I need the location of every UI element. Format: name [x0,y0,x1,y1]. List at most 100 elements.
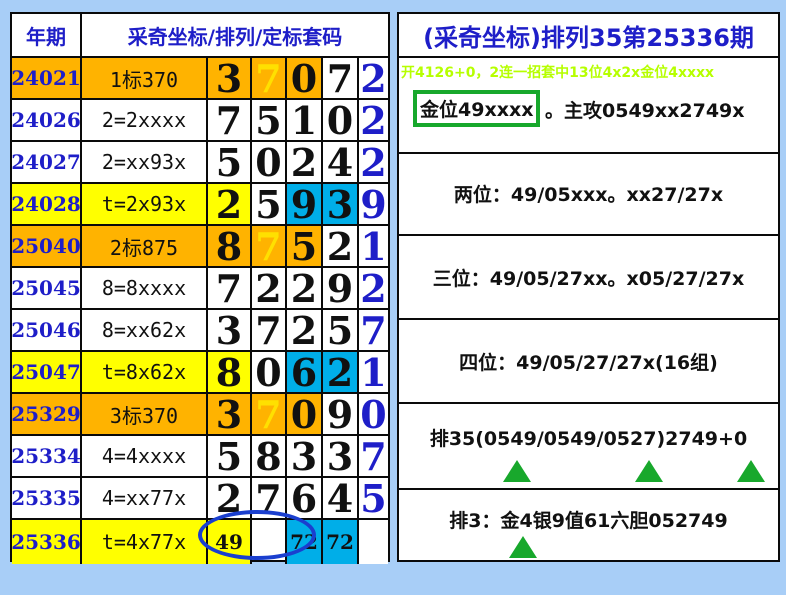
digit-cell: 7 [208,98,252,143]
table-row: 24028 t=2x93x 2 5 9 3 9 [11,182,388,227]
digit-cell: 6 [287,476,323,521]
digit-cell: 3 [208,308,252,353]
digit-cell: 2 [287,266,323,311]
digit-cell: 2 [360,97,387,143]
digit-cell: 2 [323,224,359,269]
condition-cell: 4=xx77x [82,478,208,518]
digit-cell: 2 [287,308,323,353]
period-cell: 25335 [11,478,82,518]
digit-cell: 0 [287,392,323,437]
lottery-table: 年期 采奇坐标/排列/定标套码 24021 1标370 3 7 0 7 2 24026 2=2xxx… [10,12,390,564]
panel-title: (采奇坐标)排列35第25336期 [399,14,778,58]
digit-cell: 9 [323,392,359,437]
condition-cell: t=4x77x [82,520,208,564]
digit-cell: 9 [287,182,323,227]
gold-position-box: 金位49xxxx [413,90,541,127]
digit-cell: 1 [360,223,387,269]
gold-section: 开4126+0，2连一招套中13位4x2x金位4xxxx 金位49xxxx 。主… [399,58,778,154]
four-position-text: 四位：49/05/27/27x(16组) [399,320,778,404]
digit-cell: 5 [287,224,323,269]
green-triangle-icon [737,460,765,482]
digit-cell: 2 [252,266,287,311]
digit-cell: 2 [208,182,252,227]
period-cell: 25336 [11,520,82,564]
digit-cell: 7 [252,308,287,353]
digit-cell: 2 [360,55,387,101]
digit-cell: 3 [208,392,252,437]
condition-cell: 3标370 [82,394,208,434]
digit-cell: 2 [287,140,323,185]
digit-cell: 9 [323,266,359,311]
digit-cell: 5 [360,475,387,521]
table-row: 25047 t=8x62x 8 0 6 2 1 [11,349,388,395]
digit-cell: 1 [287,98,323,143]
period-cell: 25334 [11,436,82,476]
pai3-section: 排3：金4银9值61六胆052749 [399,488,778,560]
condition-cell: 8=8xxxx [82,268,208,308]
period-cell: 24027 [11,142,82,182]
digit-cell: 8 [208,224,252,269]
table-row: 25329 3标370 3 7 0 9 0 [11,391,388,437]
table-row: 24026 2=2xxxx 7 5 1 0 2 [11,97,388,143]
condition-cell: 2=xx93x [82,142,208,182]
pai35-text: 排35(0549/0549/0527)2749+0 [429,427,748,450]
digit-cell: 5 [252,98,287,143]
digit-cell: 49 [208,520,252,564]
condition-cell: 4=4xxxx [82,436,208,476]
digit-cell: 5 [208,434,252,479]
digit-cell: 6 [287,350,323,395]
period-cell: 24021 [11,58,82,98]
digit-cell: 2 [360,265,387,311]
table-row: 24021 1标370 3 7 0 7 2 [11,55,388,101]
table-row: 25336 t=4x77x 49 72 72 [11,520,388,564]
period-cell: 24028 [11,184,82,224]
condition-cell: 1标370 [82,58,208,98]
table-row: 25045 8=8xxxx 7 2 2 9 2 [11,265,388,311]
digit-cell: 7 [252,476,287,521]
condition-cell: t=2x93x [82,184,208,224]
digit-cell: 0 [252,140,287,185]
digit-cell: 3 [323,434,359,479]
digit-cell: 72 [323,520,359,564]
digit-cell: 4 [323,476,359,521]
digit-cell: 7 [360,433,387,479]
digit-cell: 7 [208,266,252,311]
condition-cell: 8=xx62x [82,310,208,350]
period-cell: 25329 [11,394,82,434]
green-triangle-icon [635,460,663,482]
table-row: 25334 4=4xxxx 5 8 3 3 7 [11,433,388,479]
header-title: 采奇坐标/排列/定标套码 [127,24,343,49]
digit-cell: 7 [323,56,359,101]
green-triangle-icon [509,536,537,558]
digit-cell: 5 [323,308,359,353]
digit-cell: 2 [360,139,387,185]
digit-cell: 7 [252,224,287,269]
period-cell: 25047 [11,352,82,392]
digit-cell: 7 [360,307,387,353]
condition-cell: t=8x62x [82,352,208,392]
three-position-text: 三位：49/05/27xx。x05/27/27x [399,236,778,320]
digit-cell: 5 [208,140,252,185]
period-cell: 24026 [11,100,82,140]
subtitle-text: 开4126+0，2连一招套中13位4x2x金位4xxxx [401,65,715,81]
digit-cell: 3 [208,56,252,101]
digit-cell [252,520,287,564]
table-header: 年期 采奇坐标/排列/定标套码 [12,14,388,58]
condition-cell: 2=2xxxx [82,100,208,140]
digit-cell: 2 [208,476,252,521]
table-row: 25040 2标875 8 7 5 2 1 [11,223,388,269]
digit-cell: 4 [323,140,359,185]
digit-cell: 2 [323,350,359,395]
digit-cell: 3 [287,434,323,479]
digit-cell: 1 [360,349,387,395]
period-cell: 25045 [11,268,82,308]
prediction-panel: (采奇坐标)排列35第25336期 开4126+0，2连一招套中13位4x2x金… [397,12,780,562]
pai3-text: 排3：金4银9值61六胆052749 [449,509,728,532]
gold-main-text: 。主攻0549xx2749x [545,100,745,122]
digit-cell: 0 [360,391,387,437]
digit-cell: 5 [252,182,287,227]
table-row: 24027 2=xx93x 5 0 2 4 2 [11,139,388,185]
digit-cell: 0 [252,350,287,395]
digit-cell: 7 [252,56,287,101]
two-position-text: 两位：49/05xxx。xx27/27x [399,152,778,236]
